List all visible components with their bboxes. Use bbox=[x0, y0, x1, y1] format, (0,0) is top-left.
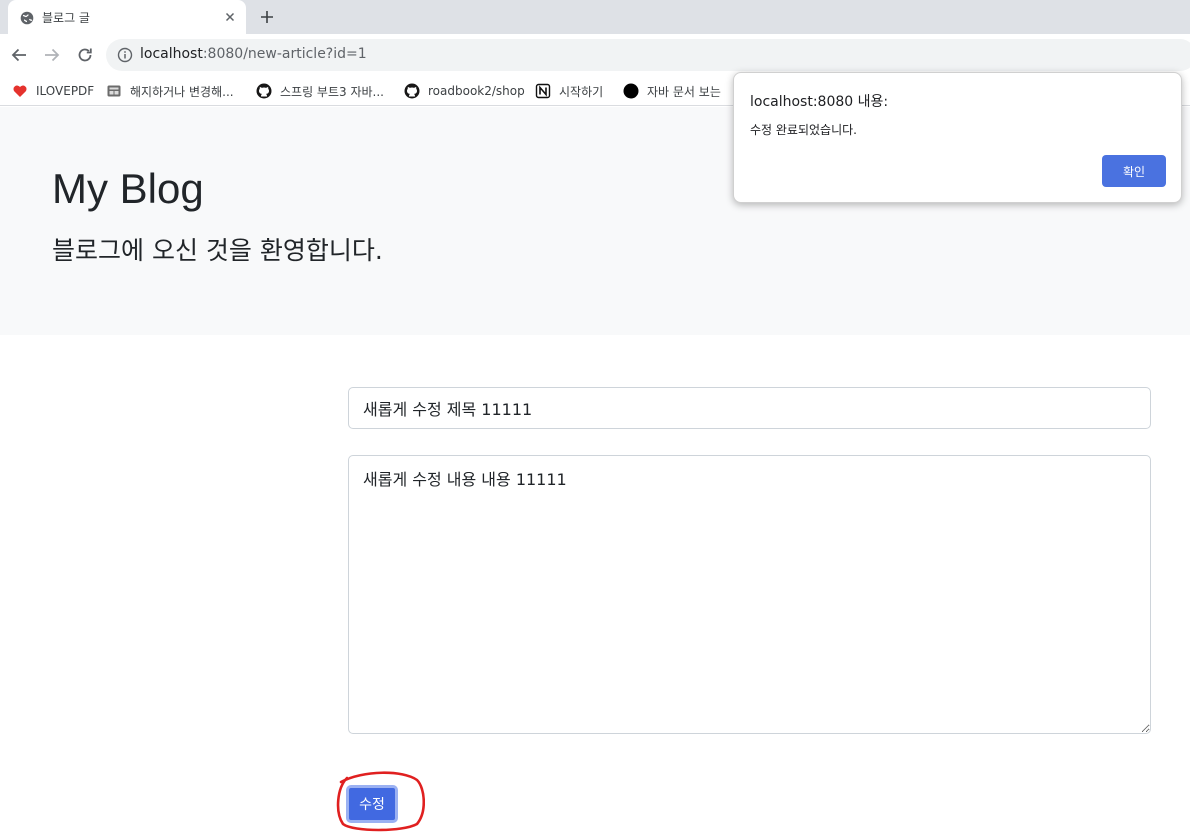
page-title: My Blog bbox=[52, 165, 204, 212]
github-icon bbox=[404, 83, 420, 99]
url-text: localhost:8080/new-article?id=1 bbox=[140, 46, 367, 62]
bookmark-label: roadbook2/shop bbox=[428, 84, 525, 98]
url-path: :8080/new-article?id=1 bbox=[202, 46, 367, 62]
page-icon bbox=[106, 83, 122, 99]
url-host: localhost bbox=[140, 46, 203, 62]
modify-submit-button[interactable]: 수정 bbox=[346, 785, 398, 823]
article-title-input[interactable] bbox=[348, 387, 1151, 429]
bookmark-ilovepdf[interactable]: ILOVEPDF bbox=[12, 81, 94, 101]
close-icon[interactable] bbox=[222, 9, 238, 25]
tab-title: 블로그 글 bbox=[42, 11, 90, 25]
tab-strip: 블로그 글 bbox=[0, 0, 1190, 34]
forward-arrow-icon[interactable] bbox=[42, 45, 62, 65]
info-icon[interactable] bbox=[117, 47, 133, 63]
page-content: My Blog 블로그에 오신 것을 환영합니다. 새롭게 수정 내용 내용 1… bbox=[0, 107, 1190, 832]
bookmark-roadbook[interactable]: roadbook2/shop bbox=[404, 81, 525, 101]
notion-icon bbox=[535, 83, 551, 99]
bookmark-spring-boot[interactable]: 스프링 부트3 자바... bbox=[256, 81, 384, 101]
alert-ok-button[interactable]: 확인 bbox=[1102, 155, 1166, 187]
bookmark-label: ILOVEPDF bbox=[36, 84, 95, 98]
alert-dialog: localhost:8080 내용: 수정 완료되었습니다. 확인 bbox=[733, 72, 1182, 203]
back-arrow-icon[interactable] bbox=[9, 45, 29, 65]
heart-icon bbox=[12, 83, 28, 99]
article-content-textarea[interactable]: 새롭게 수정 내용 내용 11111 bbox=[348, 455, 1151, 734]
bookmark-label: 시작하기 bbox=[559, 84, 604, 99]
bookmark-label: 자바 문서 보는 bbox=[647, 84, 721, 99]
browser-tab[interactable]: 블로그 글 bbox=[8, 0, 246, 34]
alert-title: localhost:8080 내용: bbox=[750, 94, 889, 110]
page-subtitle: 블로그에 오신 것을 환영합니다. bbox=[52, 236, 383, 265]
browser-toolbar: localhost:8080/new-article?id=1 bbox=[0, 34, 1190, 76]
alert-message: 수정 완료되었습니다. bbox=[750, 123, 857, 137]
bookmark-label: 해지하거나 변경해... bbox=[130, 84, 234, 99]
bookmark-label: 스프링 부트3 자바... bbox=[280, 84, 384, 99]
github-icon bbox=[256, 83, 272, 99]
globe-icon bbox=[20, 10, 34, 25]
reload-icon[interactable] bbox=[75, 45, 95, 65]
bookmark-java-docs[interactable]: 자바 문서 보는 bbox=[623, 81, 721, 101]
bookmark-notion[interactable]: 시작하기 bbox=[535, 81, 603, 101]
black-circle-icon bbox=[623, 83, 639, 99]
address-bar[interactable]: localhost:8080/new-article?id=1 bbox=[106, 39, 1190, 71]
bookmark-subscription[interactable]: 해지하거나 변경해... bbox=[106, 81, 234, 101]
new-tab-plus-icon[interactable] bbox=[258, 8, 276, 26]
